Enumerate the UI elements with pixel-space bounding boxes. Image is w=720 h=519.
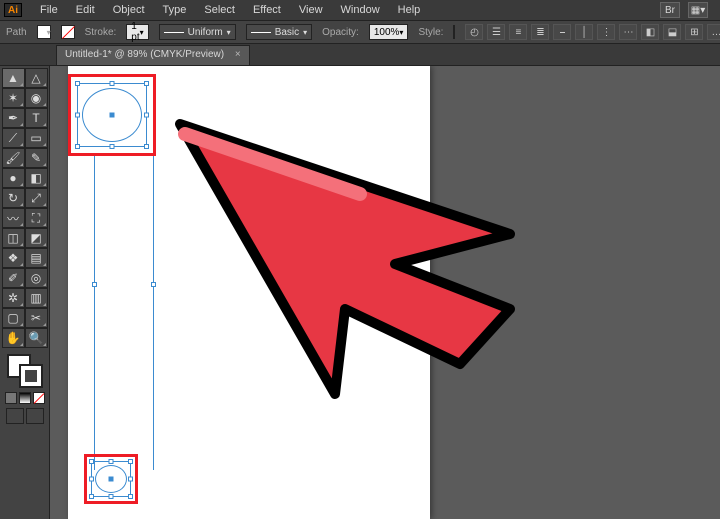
menu-right-group: Br ▦▾ bbox=[660, 2, 720, 18]
menu-file[interactable]: File bbox=[32, 1, 66, 19]
tool-artboard[interactable]: ▢ bbox=[2, 308, 25, 328]
change-screen-icon[interactable] bbox=[26, 408, 44, 424]
control-bar: Path ▾ ▾ Stroke: 1 pt ▾ Uniform▾ Basic▾ … bbox=[0, 20, 720, 44]
tool-type[interactable]: T bbox=[25, 108, 48, 128]
align-left-icon[interactable]: ☰ bbox=[487, 24, 505, 40]
blend-handle-left[interactable] bbox=[92, 282, 97, 287]
tool-eraser[interactable]: ◧ bbox=[25, 168, 48, 188]
graphic-style-swatch[interactable] bbox=[453, 25, 455, 39]
toolbox: ▲△✶◉✒T⟋▭🖌✎●◧↻⤢〰⛶◫◩❖▤✐◎✲▥▢✂✋🔍 bbox=[0, 66, 50, 519]
none-mode-icon[interactable] bbox=[33, 392, 45, 404]
tool-pen[interactable]: ✒ bbox=[2, 108, 25, 128]
transform-icon[interactable]: ◧ bbox=[641, 24, 659, 40]
tool-blend[interactable]: ◎ bbox=[25, 268, 48, 288]
menu-view[interactable]: View bbox=[291, 1, 331, 19]
tool-gradient[interactable]: ▤ bbox=[25, 248, 48, 268]
tool-paintbrush[interactable]: 🖌 bbox=[2, 148, 25, 168]
style-preset-select[interactable]: Basic▾ bbox=[246, 24, 312, 40]
tool-magic-wand[interactable]: ✶ bbox=[2, 88, 25, 108]
blend-handle-right[interactable] bbox=[151, 282, 156, 287]
close-tab-button[interactable]: × bbox=[235, 49, 241, 60]
canvas[interactable] bbox=[50, 66, 720, 519]
menu-type[interactable]: Type bbox=[155, 1, 195, 19]
color-mode-icon[interactable] bbox=[5, 392, 17, 404]
bounding-box-top[interactable] bbox=[77, 83, 147, 147]
pathfinder-icon[interactable]: ⬓ bbox=[663, 24, 681, 40]
tool-width[interactable]: 〰 bbox=[2, 208, 25, 228]
stroke-swatch[interactable] bbox=[61, 25, 75, 39]
style-label: Style: bbox=[418, 27, 443, 38]
tool-graph[interactable]: ▥ bbox=[25, 288, 48, 308]
menu-object[interactable]: Object bbox=[105, 1, 153, 19]
tool-hand[interactable]: ✋ bbox=[2, 328, 25, 348]
tool-slice[interactable]: ✂ bbox=[25, 308, 48, 328]
context-label: Path bbox=[6, 27, 27, 38]
bridge-button[interactable]: Br bbox=[660, 2, 680, 18]
document-tab[interactable]: Untitled-1* @ 89% (CMYK/Preview) × bbox=[56, 45, 250, 65]
opacity-input[interactable]: 100% ▾ bbox=[369, 24, 409, 40]
stroke-indicator-icon[interactable] bbox=[19, 364, 43, 388]
brush-preset-select[interactable]: Uniform▾ bbox=[159, 24, 236, 40]
menu-bar: Ai File Edit Object Type Select Effect V… bbox=[0, 0, 720, 20]
align-right-icon[interactable]: ≣ bbox=[531, 24, 549, 40]
isolate-icon[interactable]: ⊞ bbox=[685, 24, 703, 40]
document-tab-bar: Untitled-1* @ 89% (CMYK/Preview) × bbox=[0, 44, 720, 66]
fill-stroke-indicator[interactable] bbox=[7, 354, 43, 388]
tool-scale[interactable]: ⤢ bbox=[25, 188, 48, 208]
bounding-box-bottom[interactable] bbox=[91, 461, 131, 497]
blend-guide-left bbox=[94, 154, 95, 470]
align-center-icon[interactable]: ≡ bbox=[509, 24, 527, 40]
workspace: ▲△✶◉✒T⟋▭🖌✎●◧↻⤢〰⛶◫◩❖▤✐◎✲▥▢✂✋🔍 bbox=[0, 66, 720, 519]
tool-pencil[interactable]: ✎ bbox=[25, 148, 48, 168]
gradient-mode-icon[interactable] bbox=[19, 392, 31, 404]
arrange-vert-icon[interactable]: │ bbox=[575, 24, 593, 40]
tool-perspective[interactable]: ◩ bbox=[25, 228, 48, 248]
tool-mesh[interactable]: ❖ bbox=[2, 248, 25, 268]
tool-rectangle[interactable]: ▭ bbox=[25, 128, 48, 148]
tool-symbol-sprayer[interactable]: ✲ bbox=[2, 288, 25, 308]
opacity-label: Opacity: bbox=[322, 27, 359, 38]
more-options-icon[interactable]: … bbox=[707, 24, 720, 40]
tool-lasso[interactable]: ◉ bbox=[25, 88, 48, 108]
blend-guide-right bbox=[153, 154, 154, 470]
menu-effect[interactable]: Effect bbox=[245, 1, 289, 19]
center-anchor-bottom[interactable] bbox=[109, 477, 114, 482]
workspace-layout-button[interactable]: ▦▾ bbox=[688, 2, 708, 18]
tool-shape-builder[interactable]: ◫ bbox=[2, 228, 25, 248]
center-anchor-top[interactable] bbox=[110, 113, 115, 118]
control-right-icon-group: ◴ ☰ ≡ ≣ ⎯ │ ⋮ ⋯ ◧ ⬓ ⊞ … bbox=[465, 24, 720, 40]
recolor-icon[interactable]: ◴ bbox=[465, 24, 483, 40]
tool-free-transform[interactable]: ⛶ bbox=[25, 208, 48, 228]
document-tab-title: Untitled-1* @ 89% (CMYK/Preview) bbox=[65, 49, 224, 60]
tool-selection[interactable]: ▲ bbox=[2, 68, 25, 88]
tool-rotate[interactable]: ↻ bbox=[2, 188, 25, 208]
tool-line[interactable]: ⟋ bbox=[2, 128, 25, 148]
tool-eyedropper[interactable]: ✐ bbox=[2, 268, 25, 288]
stroke-weight-input[interactable]: 1 pt ▾ bbox=[126, 24, 148, 40]
menu-select[interactable]: Select bbox=[196, 1, 243, 19]
highlight-bottom-shape bbox=[84, 454, 138, 504]
tool-zoom[interactable]: 🔍 bbox=[25, 328, 48, 348]
tool-direct-selection[interactable]: △ bbox=[25, 68, 48, 88]
highlight-top-shape bbox=[68, 74, 156, 156]
tool-blob-brush[interactable]: ● bbox=[2, 168, 25, 188]
menu-help[interactable]: Help bbox=[390, 1, 429, 19]
screen-mode-icon[interactable] bbox=[6, 408, 24, 424]
app-logo-icon: Ai bbox=[4, 3, 22, 17]
dist-horiz-icon[interactable]: ⋮ bbox=[597, 24, 615, 40]
menu-edit[interactable]: Edit bbox=[68, 1, 103, 19]
arrange-horiz-icon[interactable]: ⎯ bbox=[553, 24, 571, 40]
menu-window[interactable]: Window bbox=[333, 1, 388, 19]
stroke-label: Stroke: bbox=[85, 27, 117, 38]
dist-vert-icon[interactable]: ⋯ bbox=[619, 24, 637, 40]
